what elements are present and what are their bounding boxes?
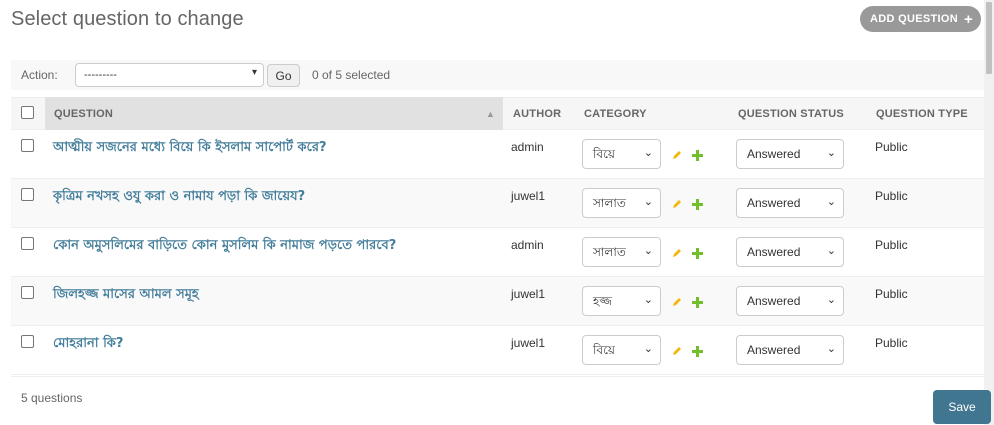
save-button[interactable]: Save <box>933 390 991 424</box>
author-cell: juwel1 <box>511 336 546 350</box>
go-button[interactable]: Go <box>267 64 300 87</box>
header-question[interactable]: QUESTION <box>54 108 113 120</box>
category-value: বিয়ে <box>593 343 616 357</box>
add-question-button[interactable]: ADD QUESTION + <box>860 6 981 32</box>
pencil-icon[interactable] <box>671 198 683 210</box>
plus-icon[interactable] <box>692 150 703 161</box>
question-link[interactable]: কৃত্রিম নখসহ ওযু করা ও নামায পড়া কি জায… <box>53 187 305 208</box>
category-select[interactable]: সালাত ⌄ <box>582 188 661 218</box>
type-cell: Public <box>875 189 908 203</box>
category-select[interactable]: সালাত ⌄ <box>582 237 661 267</box>
chevron-down-icon: ⌄ <box>643 195 653 208</box>
sorted-column-header <box>45 97 503 130</box>
chevron-down-icon: ⌄ <box>826 245 836 257</box>
header-question-status[interactable]: QUESTION STATUS <box>738 108 844 120</box>
author-cell: juwel1 <box>511 189 546 203</box>
chevron-down-icon: ⌄ <box>643 293 653 306</box>
status-value: Answered <box>747 294 801 308</box>
chevron-down-icon: ▾ <box>251 67 257 78</box>
status-select[interactable]: Answered ⌄ <box>736 286 844 316</box>
type-cell: Public <box>875 287 908 301</box>
author-cell: juwel1 <box>511 287 546 301</box>
header-category[interactable]: CATEGORY <box>584 108 647 120</box>
plus-icon[interactable] <box>692 346 703 357</box>
chevron-down-icon: ⌄ <box>826 343 836 355</box>
pencil-icon[interactable] <box>671 247 683 259</box>
status-select[interactable]: Answered ⌄ <box>736 335 844 365</box>
category-value: হজ্জ <box>593 294 612 308</box>
type-cell: Public <box>875 238 908 252</box>
status-select[interactable]: Answered ⌄ <box>736 237 844 267</box>
author-cell: admin <box>511 238 544 252</box>
row-checkbox[interactable] <box>21 188 34 201</box>
divider <box>11 376 984 377</box>
plus-icon[interactable] <box>692 248 703 259</box>
action-select[interactable]: --------- ▾ <box>75 63 264 87</box>
action-label: Action: <box>21 68 58 82</box>
category-value: সালাত <box>593 196 626 210</box>
sort-up-icon[interactable]: ▲ <box>486 109 495 119</box>
question-link[interactable]: জিলহজ্জ মাসের আমল সমূহ <box>53 285 199 306</box>
pencil-icon[interactable] <box>671 345 683 357</box>
chevron-down-icon: ⌄ <box>826 196 836 208</box>
status-select[interactable]: Answered ⌄ <box>736 188 844 218</box>
chevron-down-icon: ⌄ <box>826 294 836 306</box>
author-cell: admin <box>511 140 544 154</box>
category-select[interactable]: বিয়ে ⌄ <box>582 335 661 365</box>
header-question-type[interactable]: QUESTION TYPE <box>876 108 968 120</box>
status-value: Answered <box>747 196 801 210</box>
pencil-icon[interactable] <box>671 149 683 161</box>
category-value: বিয়ে <box>593 147 616 161</box>
action-select-value: --------- <box>84 69 117 81</box>
selected-count: 0 of 5 selected <box>312 68 391 82</box>
add-question-label: ADD QUESTION <box>870 13 958 25</box>
chevron-down-icon: ⌄ <box>643 244 653 257</box>
category-select[interactable]: হজ্জ ⌄ <box>582 286 661 316</box>
question-link[interactable]: কোন অমুসলিমের বাড়িতে কোন মুসলিম কি নামা… <box>53 236 396 257</box>
category-select[interactable]: বিয়ে ⌄ <box>582 139 661 169</box>
row-checkbox[interactable] <box>21 139 34 152</box>
question-link[interactable]: মোহরানা কি? <box>53 334 123 355</box>
chevron-down-icon: ⌄ <box>826 147 836 159</box>
select-all-checkbox[interactable] <box>21 106 34 119</box>
question-link[interactable]: আত্মীয় সজনের মধ্যে বিয়ে কি ইসলাম সাপোর… <box>53 138 327 159</box>
status-select[interactable]: Answered ⌄ <box>736 139 844 169</box>
scrollbar-thumb[interactable] <box>986 2 992 74</box>
row-checkbox[interactable] <box>21 335 34 348</box>
status-value: Answered <box>747 147 801 161</box>
category-value: সালাত <box>593 245 626 259</box>
chevron-down-icon: ⌄ <box>643 146 653 159</box>
row-checkbox[interactable] <box>21 286 34 299</box>
status-value: Answered <box>747 245 801 259</box>
row-checkbox[interactable] <box>21 237 34 250</box>
chevron-down-icon: ⌄ <box>643 342 653 355</box>
type-cell: Public <box>875 336 908 350</box>
header-author[interactable]: AUTHOR <box>513 108 561 120</box>
plus-icon[interactable] <box>692 199 703 210</box>
status-value: Answered <box>747 343 801 357</box>
plus-icon: + <box>963 10 973 28</box>
type-cell: Public <box>875 140 908 154</box>
plus-icon[interactable] <box>692 297 703 308</box>
pencil-icon[interactable] <box>671 296 683 308</box>
page-title: Select question to change <box>11 8 244 30</box>
result-count: 5 questions <box>21 391 83 405</box>
